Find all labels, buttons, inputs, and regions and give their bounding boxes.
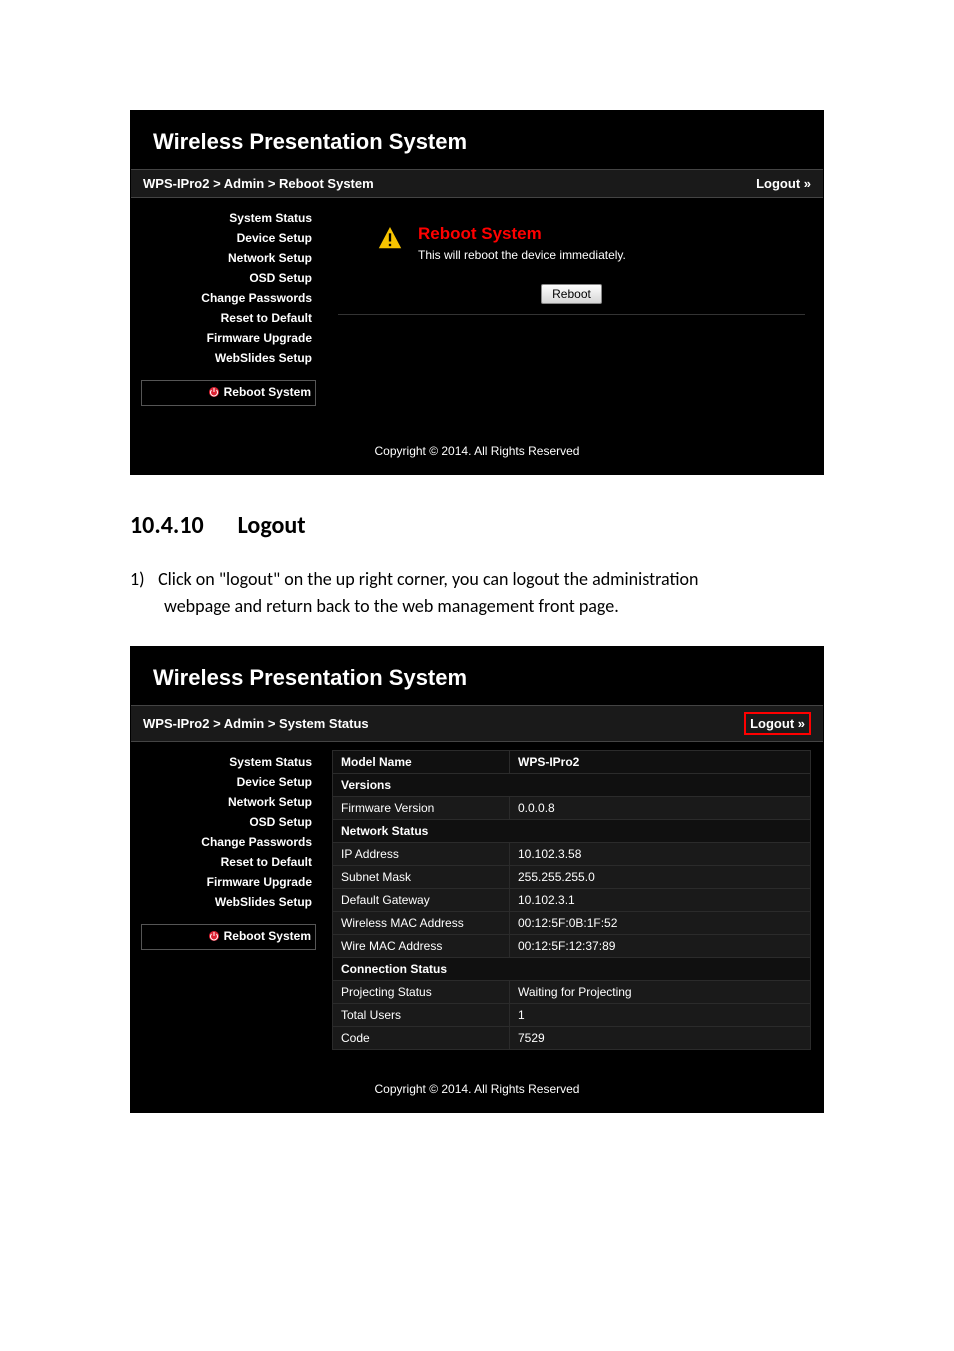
subnet-mask-label: Subnet Mask [333, 866, 510, 889]
panel-footer: Copyright © 2014. All Rights Reserved [131, 1060, 823, 1112]
reboot-subtext: This will reboot the device immediately. [418, 248, 626, 262]
sidebar-nav: System Status Device Setup Network Setup… [131, 742, 326, 1060]
sidebar-item-reset-to-default[interactable]: Reset to Default [141, 852, 316, 872]
connection-status-header: Connection Status [333, 958, 811, 981]
warning-icon [376, 224, 404, 257]
table-row: Code 7529 [333, 1027, 811, 1050]
breadcrumb: WPS-IPro2 > Admin > System Status [143, 716, 369, 731]
projecting-status-label: Projecting Status [333, 981, 510, 1004]
sidebar-item-osd-setup[interactable]: OSD Setup [141, 812, 316, 832]
sidebar-item-webslides-setup[interactable]: WebSlides Setup [141, 892, 316, 912]
code-label: Code [333, 1027, 510, 1050]
sidebar-item-change-passwords[interactable]: Change Passwords [141, 832, 316, 852]
subnet-mask-value: 255.255.255.0 [510, 866, 811, 889]
sidebar-item-firmware-upgrade[interactable]: Firmware Upgrade [141, 872, 316, 892]
step-text-line2: webpage and return back to the web manag… [164, 593, 824, 620]
admin-panel-system-status: Wireless Presentation System WPS-IPro2 >… [130, 646, 824, 1113]
table-row: Projecting Status Waiting for Projecting [333, 981, 811, 1004]
breadcrumb-bar: WPS-IPro2 > Admin > System Status Logout… [131, 705, 823, 742]
reboot-button[interactable]: Reboot [541, 284, 602, 304]
section-number: 10.4.10 [130, 511, 204, 540]
total-users-value: 1 [510, 1004, 811, 1027]
section-step-1: 1) Click on "logout" on the up right cor… [130, 566, 824, 620]
table-row: Versions [333, 774, 811, 797]
sidebar-item-reboot-system[interactable]: Reboot System [141, 380, 316, 406]
system-status-table: Model Name WPS-IPro2 Versions Firmware V… [332, 750, 811, 1050]
default-gateway-label: Default Gateway [333, 889, 510, 912]
logout-link[interactable]: Logout » [750, 716, 805, 731]
default-gateway-value: 10.102.3.1 [510, 889, 811, 912]
code-value: 7529 [510, 1027, 811, 1050]
table-row: Subnet Mask 255.255.255.0 [333, 866, 811, 889]
firmware-version-label: Firmware Version [333, 797, 510, 820]
model-name-value: WPS-IPro2 [510, 751, 811, 774]
reboot-card: Reboot System This will reboot the devic… [332, 206, 811, 321]
ip-address-label: IP Address [333, 843, 510, 866]
network-status-header: Network Status [333, 820, 811, 843]
panel-title: Wireless Presentation System [153, 665, 801, 691]
logout-highlight: Logout » [744, 712, 811, 735]
logout-link[interactable]: Logout » [756, 176, 811, 191]
reboot-heading: Reboot System [418, 224, 626, 244]
wire-mac-value: 00:12:5F:12:37:89 [510, 935, 811, 958]
table-row: Default Gateway 10.102.3.1 [333, 889, 811, 912]
total-users-label: Total Users [333, 1004, 510, 1027]
admin-panel-reboot: Wireless Presentation System WPS-IPro2 >… [130, 110, 824, 475]
sidebar-item-system-status[interactable]: System Status [141, 752, 316, 772]
projecting-status-value: Waiting for Projecting [510, 981, 811, 1004]
sidebar-item-webslides-setup[interactable]: WebSlides Setup [141, 348, 316, 368]
step-number: 1) [130, 566, 154, 593]
table-row: Model Name WPS-IPro2 [333, 751, 811, 774]
wire-mac-label: Wire MAC Address [333, 935, 510, 958]
power-icon [208, 386, 220, 401]
sidebar-item-network-setup[interactable]: Network Setup [141, 792, 316, 812]
table-row: Wireless MAC Address 00:12:5F:0B:1F:52 [333, 912, 811, 935]
sidebar-item-device-setup[interactable]: Device Setup [141, 228, 316, 248]
breadcrumb-bar: WPS-IPro2 > Admin > Reboot System Logout… [131, 169, 823, 198]
breadcrumb: WPS-IPro2 > Admin > Reboot System [143, 176, 374, 191]
sidebar-item-reboot-system[interactable]: Reboot System [141, 924, 316, 950]
section-heading: 10.4.10 Logout [130, 511, 824, 540]
power-icon [208, 930, 220, 945]
versions-header: Versions [333, 774, 811, 797]
sidebar-item-network-setup[interactable]: Network Setup [141, 248, 316, 268]
wireless-mac-label: Wireless MAC Address [333, 912, 510, 935]
panel-title: Wireless Presentation System [153, 129, 801, 155]
sidebar-item-label: Reboot System [224, 929, 311, 943]
table-row: Total Users 1 [333, 1004, 811, 1027]
table-row: IP Address 10.102.3.58 [333, 843, 811, 866]
step-text-line1: Click on "logout" on the up right corner… [158, 568, 698, 590]
table-row: Network Status [333, 820, 811, 843]
table-row: Wire MAC Address 00:12:5F:12:37:89 [333, 935, 811, 958]
wireless-mac-value: 00:12:5F:0B:1F:52 [510, 912, 811, 935]
sidebar-item-change-passwords[interactable]: Change Passwords [141, 288, 316, 308]
section-title: Logout [238, 511, 306, 540]
sidebar-item-reset-to-default[interactable]: Reset to Default [141, 308, 316, 328]
table-row: Connection Status [333, 958, 811, 981]
firmware-version-value: 0.0.0.8 [510, 797, 811, 820]
table-row: Firmware Version 0.0.0.8 [333, 797, 811, 820]
sidebar-item-device-setup[interactable]: Device Setup [141, 772, 316, 792]
sidebar-nav: System Status Device Setup Network Setup… [131, 198, 326, 422]
sidebar-item-osd-setup[interactable]: OSD Setup [141, 268, 316, 288]
panel-footer: Copyright © 2014. All Rights Reserved [131, 422, 823, 474]
model-name-label: Model Name [333, 751, 510, 774]
ip-address-value: 10.102.3.58 [510, 843, 811, 866]
sidebar-item-firmware-upgrade[interactable]: Firmware Upgrade [141, 328, 316, 348]
sidebar-item-label: Reboot System [224, 385, 311, 399]
sidebar-item-system-status[interactable]: System Status [141, 208, 316, 228]
